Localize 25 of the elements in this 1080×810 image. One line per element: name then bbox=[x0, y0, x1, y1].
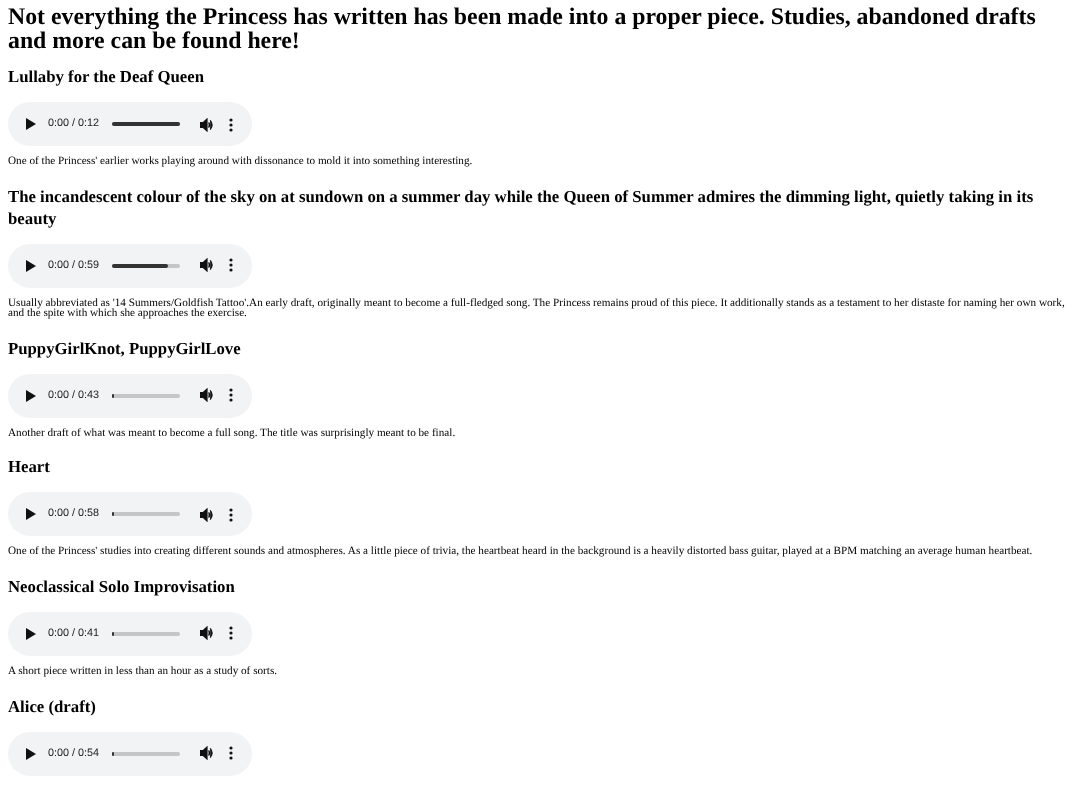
more-options-icon[interactable] bbox=[228, 746, 235, 761]
track-title: Neoclassical Solo Improvisation bbox=[8, 575, 237, 598]
volume-icon[interactable] bbox=[200, 258, 215, 273]
play-icon[interactable] bbox=[24, 627, 36, 640]
track-title: Lullaby for the Deaf Queen bbox=[8, 66, 207, 88]
track-title: Alice (draft) bbox=[8, 695, 98, 718]
track-title: The incandescent colour of the sky on at sundown on a summer day while the Queen of Summer admires the dimming light, quietly taking in its beauty bbox=[8, 185, 1036, 230]
page-heading: Not everything the Princess has written has been made into a proper piece. Studies, abandoned drafts and more can be found here! bbox=[8, 4, 1038, 52]
track-title: Heart bbox=[8, 456, 52, 479]
play-icon[interactable] bbox=[24, 389, 36, 402]
volume-icon[interactable] bbox=[200, 117, 215, 131]
track-title: PuppyGirlKnot, PuppyGirlLove bbox=[8, 337, 243, 360]
more-options-icon[interactable] bbox=[228, 388, 235, 403]
play-icon[interactable] bbox=[24, 508, 36, 521]
more-options-icon[interactable] bbox=[228, 258, 235, 273]
volume-icon[interactable] bbox=[200, 746, 215, 761]
volume-icon[interactable] bbox=[200, 507, 215, 522]
more-options-icon[interactable] bbox=[228, 117, 235, 131]
play-icon[interactable] bbox=[24, 747, 36, 760]
play-icon[interactable] bbox=[24, 259, 36, 272]
more-options-icon[interactable] bbox=[228, 507, 235, 522]
volume-icon[interactable] bbox=[200, 388, 215, 403]
volume-icon[interactable] bbox=[200, 626, 215, 641]
more-options-icon[interactable] bbox=[228, 626, 235, 641]
play-icon[interactable] bbox=[24, 118, 36, 130]
